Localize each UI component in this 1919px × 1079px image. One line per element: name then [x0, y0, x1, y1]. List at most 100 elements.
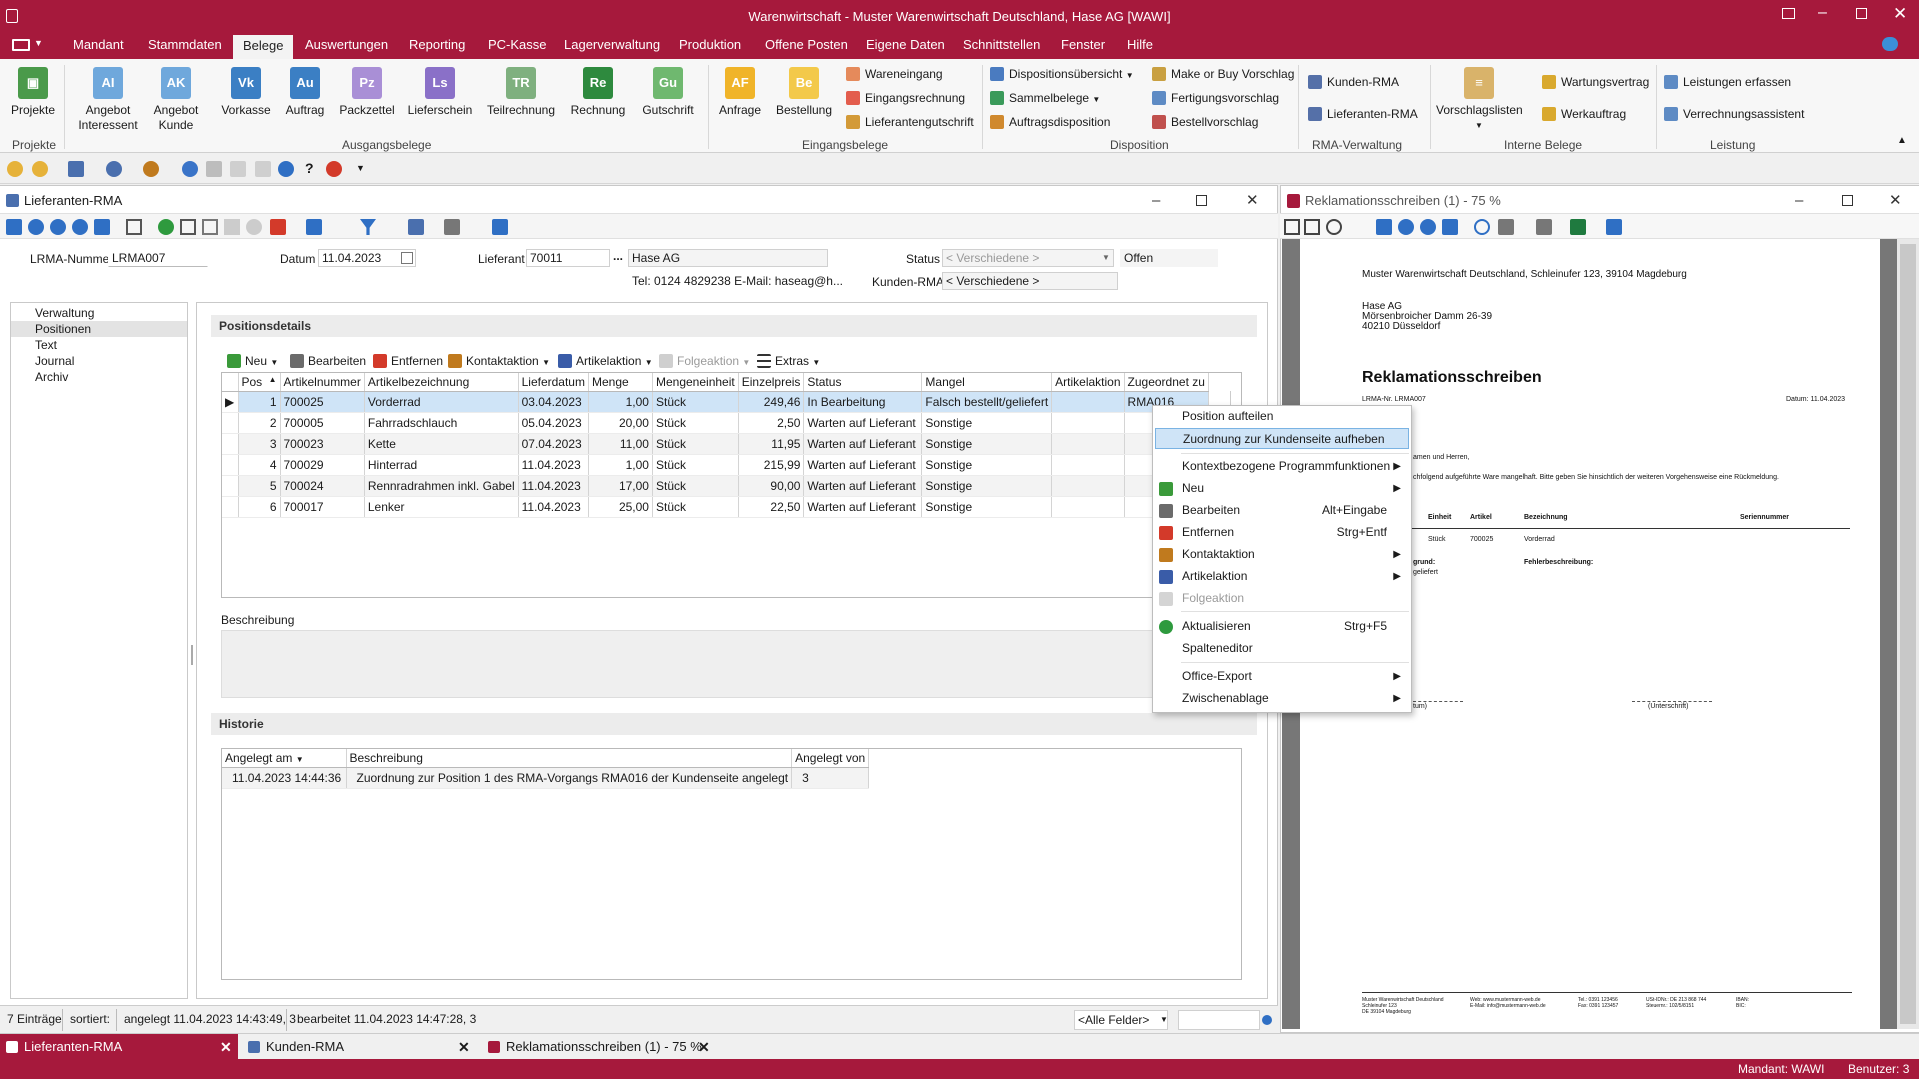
anfrage-button[interactable]: AF Anfrage [716, 67, 764, 118]
status-select[interactable]: < Verschiedene > [942, 249, 1114, 267]
tab-reklamationsschreiben[interactable]: Reklamationsschreiben (1) - 75 % ✕ [482, 1034, 722, 1060]
wartungsvertrag-button[interactable]: Wartungsvertrag [1542, 73, 1649, 91]
delete-record-icon[interactable] [270, 219, 286, 235]
gutschrift-button[interactable]: Gu Gutschrift [638, 67, 698, 118]
rma-close-button[interactable]: ✕ [1246, 186, 1259, 216]
app-menu-arrow-icon[interactable]: ▼ [34, 38, 43, 48]
copy-record-icon[interactable] [202, 219, 218, 235]
menu-pc-kasse[interactable]: PC-Kasse [488, 37, 547, 52]
help-window-icon[interactable] [1782, 8, 1795, 19]
ctx-spalteneditor[interactable]: Spalteneditor [1153, 638, 1411, 659]
ctx-bearbeiten[interactable]: Bearbeiten Alt+Eingabe [1153, 500, 1411, 521]
vorkasse-button[interactable]: Vk Vorkasse [220, 67, 272, 118]
fertigungsvorschlag-button[interactable]: Fertigungsvorschlag [1152, 89, 1279, 107]
leistungen-erfassen-button[interactable]: Leistungen erfassen [1664, 73, 1791, 91]
ctx-artikelaktion[interactable]: Artikelaktion ▶ [1153, 566, 1411, 587]
angebot-kunde-button[interactable]: AK Angebot Kunde [150, 67, 202, 133]
lrma-number-field[interactable]: LRMA007 [108, 249, 208, 267]
lieferantengutschrift-button[interactable]: Lieferantengutschrift [846, 113, 974, 131]
table-row[interactable]: 5 700024 Rennradrahmen inkl. Gabel 11.04… [222, 475, 1209, 497]
tab-close-icon[interactable]: ✕ [698, 1034, 710, 1060]
col-einzelpreis[interactable]: Einzelpreis [738, 373, 805, 392]
qa-person-icon[interactable] [106, 161, 122, 177]
ctx-position-aufteilen[interactable]: Position aufteilen [1153, 406, 1411, 427]
wareneingang-button[interactable]: Wareneingang [846, 65, 943, 83]
table-row[interactable]: 2 700005 Fahrradschlauch 05.04.2023 20,0… [222, 412, 1209, 434]
angebot-interessent-button[interactable]: AI Angebot Interessent [76, 67, 140, 133]
menu-stammdaten[interactable]: Stammdaten [148, 37, 222, 52]
calendar-icon[interactable] [401, 252, 413, 264]
col-artikelnummer[interactable]: Artikelnummer [280, 373, 365, 392]
nav-journal[interactable]: Journal [11, 353, 187, 369]
last-record-icon[interactable] [94, 219, 110, 235]
menu-schnittstellen[interactable]: Schnittstellen [963, 37, 1040, 52]
ctx-zuordnung-aufheben[interactable]: Zuordnung zur Kundenseite aufheben [1155, 428, 1409, 449]
minimize-button[interactable]: – [1818, 4, 1827, 22]
bestellung-button[interactable]: Be Bestellung [772, 67, 836, 118]
teilrechnung-button[interactable]: TR Teilrechnung [484, 67, 558, 118]
save-record-icon[interactable] [224, 219, 240, 235]
menu-hilfe[interactable]: Hilfe [1127, 37, 1153, 52]
preview-maximize-button[interactable] [1842, 195, 1853, 206]
qa-user-icon[interactable] [7, 161, 23, 177]
vorschlagslisten-button[interactable]: ≡ Vorschlagslisten ▼ [1436, 67, 1523, 133]
table-row[interactable]: 11.04.2023 14:44:36 Zuordnung zur Positi… [222, 767, 870, 789]
col-pos[interactable]: Pos ▲ [238, 373, 281, 392]
export-icon[interactable] [408, 219, 424, 235]
werkauftrag-button[interactable]: Werkauftrag [1542, 105, 1626, 123]
qa-network-icon[interactable] [68, 161, 84, 177]
menu-fenster[interactable]: Fenster [1061, 37, 1105, 52]
preview-scroll-thumb[interactable] [1900, 244, 1916, 1024]
pin-icon[interactable] [306, 219, 322, 235]
app-menu-icon[interactable] [12, 39, 30, 51]
preview-next-icon[interactable] [1420, 219, 1436, 235]
beschreibung-box[interactable] [221, 630, 1242, 698]
hist-col-beschreibung[interactable]: Beschreibung [346, 749, 793, 768]
ctx-kontaktaktion[interactable]: Kontaktaktion ▶ [1153, 544, 1411, 565]
lieferschein-button[interactable]: Ls Lieferschein [406, 67, 474, 118]
packzettel-button[interactable]: Pz Packzettel [338, 67, 396, 118]
table-row[interactable]: 6 700017 Lenker 11.04.2023 25,00 Stück 2… [222, 496, 1209, 518]
pos-kontaktaktion-button[interactable]: Kontaktaktion ▼ [448, 354, 550, 368]
undo-icon[interactable] [246, 219, 262, 235]
ctx-kontextbezogene-funktionen[interactable]: Kontextbezogene Programmfunktionen ▶ [1153, 456, 1411, 477]
preview-close-button[interactable]: ✕ [1889, 186, 1902, 216]
restore-button[interactable] [1856, 8, 1867, 19]
col-menge[interactable]: Menge [588, 373, 653, 392]
col-mangel[interactable]: Mangel [921, 373, 1053, 392]
menu-reporting[interactable]: Reporting [409, 37, 465, 52]
rma-maximize-button[interactable] [1196, 195, 1207, 206]
print-icon[interactable] [444, 219, 460, 235]
preview-print-icon[interactable] [1536, 219, 1552, 235]
table-row[interactable]: 3 700023 Kette 07.04.2023 11,00 Stück 11… [222, 433, 1209, 455]
preview-search-icon[interactable] [1474, 219, 1490, 235]
lieferant-lookup-button[interactable]: ... [610, 249, 626, 267]
col-zugeordnet[interactable]: Zugeordnet zu [1124, 373, 1209, 392]
qa-stop-icon[interactable] [326, 161, 342, 177]
reload-icon[interactable] [158, 219, 174, 235]
pos-entfernen-button[interactable]: Entfernen [373, 354, 443, 368]
qa-help-icon[interactable]: ? [305, 160, 314, 176]
col-mengeneinheit[interactable]: Mengeneinheit [652, 373, 739, 392]
dispositionsuebersicht-button[interactable]: Dispositionsübersicht ▼ [990, 65, 1134, 83]
qa-globe-icon[interactable] [278, 161, 294, 177]
menu-mandant[interactable]: Mandant [73, 37, 124, 52]
refresh-record-icon[interactable] [50, 219, 66, 235]
filter-icon[interactable] [360, 219, 376, 235]
pos-neu-button[interactable]: Neu ▼ [227, 354, 278, 368]
eingangsrechnung-button[interactable]: Eingangsrechnung [846, 89, 965, 107]
tab-lieferanten-rma[interactable]: Lieferanten-RMA ✕ [0, 1034, 238, 1060]
status-dropdown-icon[interactable]: ▼ [1102, 253, 1110, 262]
ctx-neu[interactable]: Neu ▶ [1153, 478, 1411, 499]
menu-eigene-daten[interactable]: Eigene Daten [866, 37, 945, 52]
next-record-icon[interactable] [72, 219, 88, 235]
projekte-button[interactable]: ▣ Projekte [10, 67, 56, 118]
qa-lock-icon[interactable] [255, 161, 271, 177]
qa-customize-icon[interactable]: ▼ [356, 163, 365, 173]
preview-minimize-button[interactable]: – [1795, 186, 1803, 216]
pos-bearbeiten-button[interactable]: Bearbeiten [290, 354, 366, 368]
preview-settings-icon[interactable] [1498, 219, 1514, 235]
ctx-office-export[interactable]: Office-Export ▶ [1153, 666, 1411, 687]
table-row[interactable]: 4 700029 Hinterrad 11.04.2023 1,00 Stück… [222, 454, 1209, 476]
nav-verwaltung[interactable]: Verwaltung [11, 305, 187, 321]
